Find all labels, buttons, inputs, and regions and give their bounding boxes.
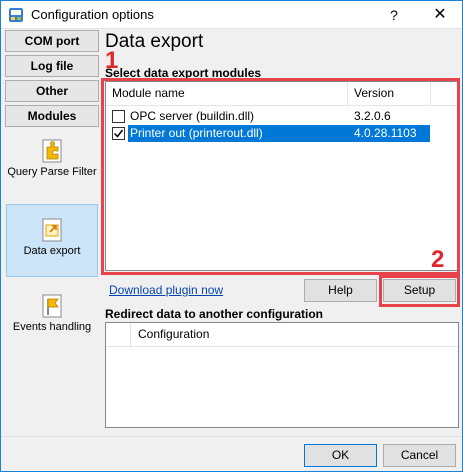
flag-icon bbox=[42, 294, 62, 318]
column-configuration[interactable]: Configuration bbox=[138, 327, 209, 341]
page-title: Data export bbox=[105, 31, 204, 52]
nav-item-label: Query Parse Filter bbox=[7, 166, 97, 178]
export-icon bbox=[42, 218, 62, 242]
title-bar: Configuration options ? ✕ bbox=[1, 1, 462, 29]
nav-item-label: Events handling bbox=[12, 321, 92, 333]
cancel-button[interactable]: Cancel bbox=[383, 444, 456, 467]
annotation-marker-2: 2 bbox=[431, 246, 445, 273]
annotation-marker-1: 1 bbox=[105, 47, 119, 74]
nav-button-modules[interactable]: Modules bbox=[5, 105, 99, 127]
nav-item-events-handling[interactable]: Events handling bbox=[6, 293, 98, 349]
close-button[interactable]: ✕ bbox=[425, 4, 455, 26]
nav-button-log-file[interactable]: Log file bbox=[5, 55, 99, 77]
nav-item-data-export[interactable]: Data export bbox=[6, 204, 98, 277]
redirect-section-label: Redirect data to another configuration bbox=[105, 307, 324, 321]
ok-button[interactable]: OK bbox=[304, 444, 377, 467]
nav-button-com-port[interactable]: COM port bbox=[5, 30, 99, 52]
download-plugin-link[interactable]: Download plugin now bbox=[109, 283, 223, 297]
dialog-footer: OK Cancel bbox=[1, 436, 462, 471]
column-separator bbox=[130, 323, 131, 347]
window-title: Configuration options bbox=[31, 7, 154, 22]
nav-item-query-parse-filter[interactable]: Query Parse Filter bbox=[6, 138, 98, 200]
annotation-box-1 bbox=[101, 78, 460, 275]
help-title-button[interactable]: ? bbox=[379, 4, 409, 26]
redirect-list-header: Configuration bbox=[106, 323, 458, 347]
help-button[interactable]: Help bbox=[304, 279, 377, 302]
config-dialog: Configuration options ? ✕ COM port Log f… bbox=[0, 0, 463, 472]
nav-item-label: Data export bbox=[23, 245, 81, 257]
puzzle-icon bbox=[42, 139, 62, 163]
setup-button[interactable]: Setup bbox=[383, 279, 456, 302]
app-icon bbox=[9, 8, 23, 22]
modules-nav-panel: Query Parse Filter Data export Events ha… bbox=[5, 128, 99, 468]
redirect-list[interactable]: Configuration bbox=[105, 322, 459, 428]
nav-button-other[interactable]: Other bbox=[5, 80, 99, 102]
